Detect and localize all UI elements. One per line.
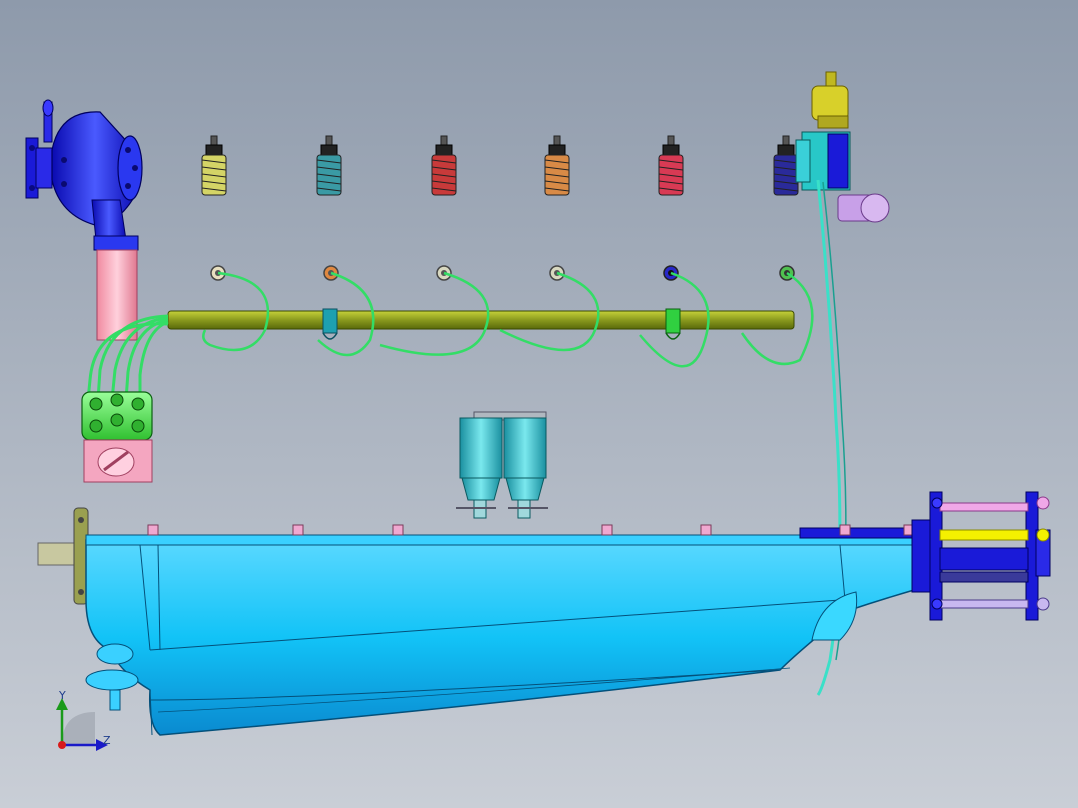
cad-canvas: Y Z	[0, 0, 1078, 808]
y-axis-label: Y	[58, 689, 66, 702]
spark-plug-2[interactable]	[316, 135, 342, 196]
oil-pump-assembly[interactable]	[911, 491, 1051, 621]
z-axis-label: Z	[103, 734, 111, 747]
spark-plug-5[interactable]	[658, 135, 684, 196]
spark-plug-3[interactable]	[431, 135, 457, 196]
spark-plug-6[interactable]	[773, 135, 799, 196]
spark-plug-4[interactable]	[544, 135, 570, 196]
cad-viewport[interactable]: Y Z	[0, 0, 1078, 808]
spark-plug-1[interactable]	[201, 135, 227, 196]
distributor-cap[interactable]	[81, 391, 153, 483]
